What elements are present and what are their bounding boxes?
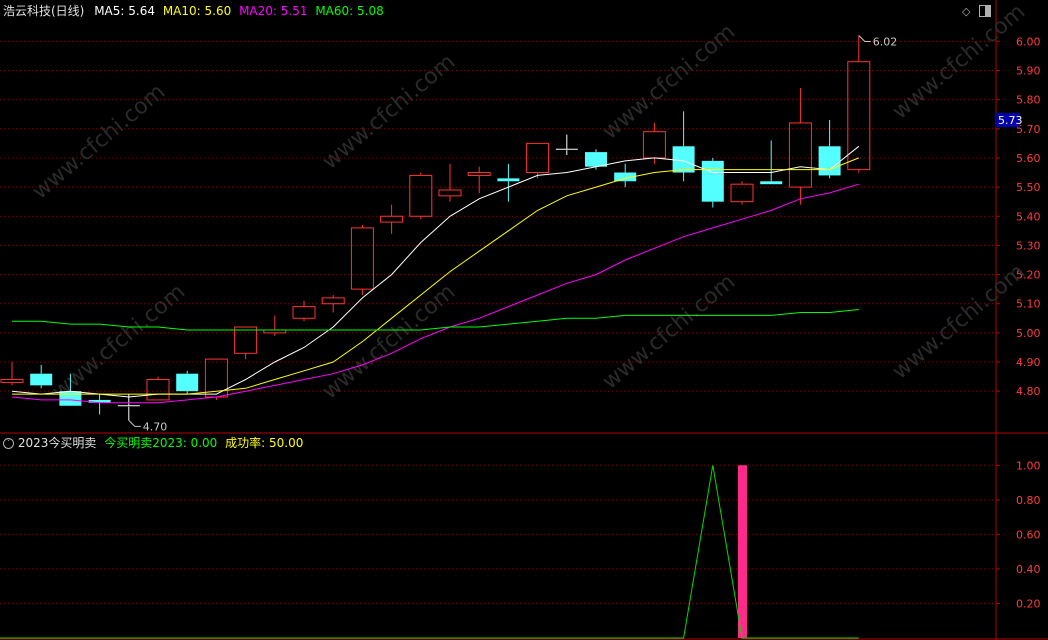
y-tick-label: 5.00: [1016, 327, 1041, 340]
candle-down: [760, 181, 783, 185]
indicator-tick-label: 0.20: [1016, 597, 1041, 610]
candle-down: [585, 152, 607, 167]
candle-down: [30, 373, 53, 386]
ma5-legend: MA5: 5.64: [94, 4, 155, 18]
candle-down: [701, 160, 724, 202]
indicator-title: 2023今买明卖: [17, 436, 97, 450]
indicator-panel-header: ˅ 2023今买明卖 今买明卖2023: 0.00 成功率: 50.00: [3, 436, 303, 450]
indicator-success-label: 成功率: 50.00: [225, 436, 304, 450]
low-annotation: 4.70: [143, 420, 168, 433]
y-tick-label: 5.60: [1016, 152, 1041, 165]
main-panel-header: 浩云科技(日线) MA5: 5.64 MA10: 5.60 MA20: 5.51…: [3, 4, 384, 18]
panel-collapse-icon[interactable]: ˅: [3, 438, 14, 449]
window-toggle-icon[interactable]: [979, 5, 991, 17]
y-tick-label: 5.80: [1016, 94, 1041, 107]
high-annotation: 6.02: [873, 35, 898, 48]
candle-down: [497, 178, 520, 182]
ma60-legend: MA60: 5.08: [315, 4, 384, 18]
y-tick-label: 5.50: [1016, 181, 1041, 194]
y-tick-label: 5.30: [1016, 239, 1041, 252]
candle-down: [818, 146, 841, 176]
indicator-series-label: 今买明卖2023: 0.00: [104, 436, 218, 450]
y-tick-label: 4.80: [1016, 385, 1041, 398]
candle-down: [59, 391, 82, 406]
ma10-legend: MA10: 5.60: [162, 4, 232, 18]
y-tick-label: 5.40: [1016, 210, 1041, 223]
y-tick-label: 5.10: [1016, 298, 1041, 311]
indicator-tick-label: 0.60: [1016, 528, 1041, 541]
candle-down: [672, 146, 695, 173]
stock-title: 浩云科技(日线): [3, 4, 85, 18]
stock-chart[interactable]: 6.005.905.805.705.605.505.405.305.205.10…: [0, 0, 1048, 640]
candle-down: [176, 373, 199, 392]
y-tick-label: 5.90: [1016, 64, 1041, 77]
diamond-icon[interactable]: ◇: [962, 6, 970, 18]
indicator-tick-label: 0.80: [1016, 494, 1041, 507]
y-tick-label: 4.90: [1016, 356, 1041, 369]
indicator-tick-label: 1.00: [1016, 459, 1041, 472]
current-price-tag: 5.73: [998, 114, 1023, 127]
y-tick-label: 6.00: [1016, 35, 1041, 48]
signal-bar: [738, 465, 747, 638]
ma20-legend: MA20: 5.51: [239, 4, 308, 18]
indicator-tick-label: 0.40: [1016, 563, 1041, 576]
